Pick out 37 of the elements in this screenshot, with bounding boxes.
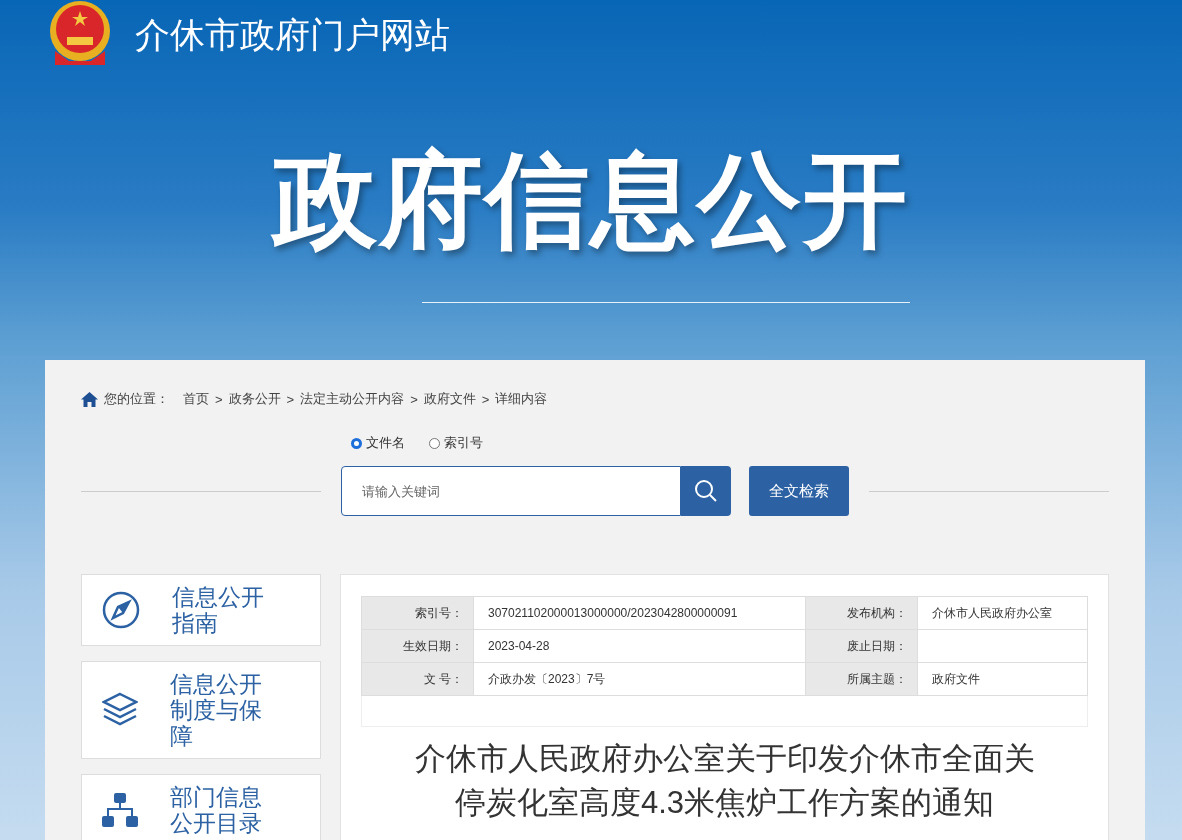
field-value: 介政办发〔2023〕7号 [473,662,806,696]
breadcrumb-separator: > [410,391,418,407]
compass-icon [102,591,140,629]
search-type-radio[interactable]: 索引号 [429,434,483,452]
search-field[interactable]: 请输入关键词 [341,466,681,516]
field-value: 政府文件 [917,662,1088,696]
breadcrumb-link[interactable]: 首页 [183,390,209,408]
full-text-search-button[interactable]: 全文检索 [749,466,849,516]
sidebar-item[interactable]: 信息公开指南 [81,574,321,646]
sidebar-item[interactable]: 部门信息公开目录 [81,774,321,840]
field-value: 307021102000013000000/2023042800000091 [473,596,806,630]
field-value: 2023-04-28 [473,629,806,663]
breadcrumb-separator: > [286,391,295,407]
field-label: 文 号： [361,662,474,696]
breadcrumb-link[interactable]: 法定主动公开内容 [300,390,405,408]
layers-icon [102,692,138,728]
field-label: 生效日期： [361,629,474,663]
field-label: 索引号： [361,596,474,630]
field-label: 发布机构： [805,596,918,630]
search-type-radio[interactable]: 文件名 [351,434,405,452]
field-value: 介休市人民政府办公室 [917,596,1088,630]
breadcrumb-link[interactable]: 政务公开 [228,390,281,408]
search-icon [694,479,718,503]
breadcrumb-separator: > [215,391,223,407]
field-label: 废止日期： [805,629,918,663]
home-icon [81,391,98,407]
sidebar-item[interactable]: 信息公开制度与保障 [81,661,321,759]
breadcrumb-link[interactable]: 详细内容 [495,390,548,408]
site-title: 介休市政府门户网站 [135,13,450,56]
banner-title: 政府信息公开 [273,141,909,260]
breadcrumb-label: 您的位置： [104,390,169,408]
breadcrumb-link[interactable]: 政府文件 [423,390,476,408]
search-button[interactable] [681,466,731,516]
document-title: 介休市人民政府办公室关于印发介休市全面关停炭化室高度4.3米焦炉工作方案的通知 [413,740,1036,822]
field-label: 所属主题： [805,662,918,696]
org-chart-icon [102,792,138,828]
breadcrumb-separator: > [481,391,490,407]
